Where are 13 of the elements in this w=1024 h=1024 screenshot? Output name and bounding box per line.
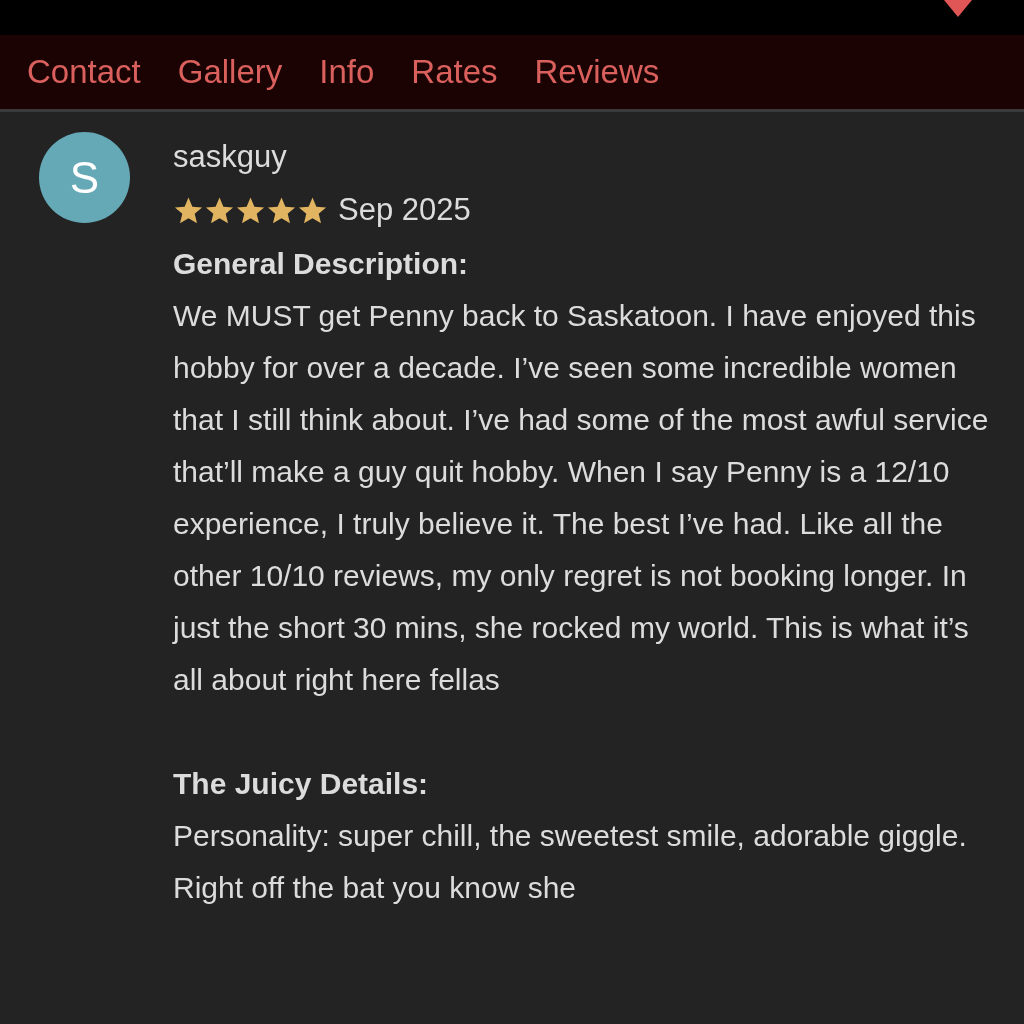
section-heading: The Juicy Details: <box>173 766 430 802</box>
review-date: Sep 2025 <box>338 190 471 229</box>
review-text: We MUST get Penny back to Saskatoon. I have enjoyed this hobby for over a decade. I’ve seen some incredible women that I still think about. I’ve had some of the most awful service that’ll make a guy quit hobby. When I say Penny is a 12/10 experience, I truly believe it. The best I’ve had. Like all the other 10/10 reviews, my only regret is not booking longer. In just the short 30 mins, she rocked my world. This is what it’s all about right here fellas <box>173 298 990 698</box>
review-author: saskguy <box>173 138 288 176</box>
section-heading: General Description: <box>173 246 470 282</box>
nav-tab[interactable]: Reviews <box>534 47 660 97</box>
nav-tab[interactable]: Rates <box>411 47 498 97</box>
map-pin-icon <box>944 0 972 17</box>
avatar: S <box>39 132 130 223</box>
review-text: Personality: super chill, the sweetest smile, adorable giggle. Right off the bat you know she <box>173 818 968 906</box>
nav-tab[interactable]: Info <box>319 47 375 97</box>
nav-tab[interactable]: Contact <box>27 47 141 97</box>
nav-tab[interactable]: Gallery <box>177 47 283 97</box>
